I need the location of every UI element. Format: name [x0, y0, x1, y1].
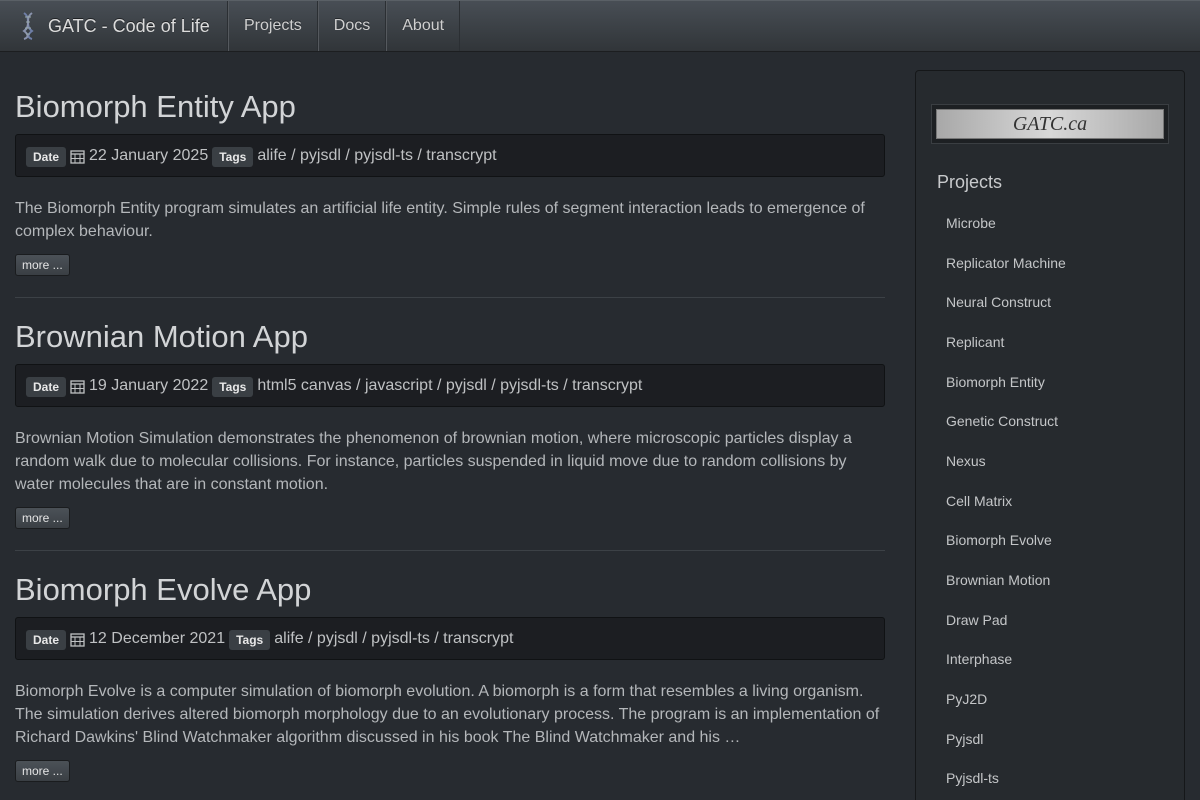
nav-about[interactable]: About	[386, 1, 461, 51]
post-biomorph-evolve: Biomorph Evolve App Date 12 December 202…	[15, 571, 885, 800]
sidebar-item-replicator-machine[interactable]: Replicator Machine	[916, 243, 1184, 283]
sidebar-item-replicant[interactable]: Replicant	[916, 322, 1184, 362]
post-summary: Brownian Motion Simulation demonstrates …	[15, 430, 852, 493]
post-summary: Biomorph Evolve is a computer simulation…	[15, 683, 880, 746]
calendar-icon	[70, 149, 85, 164]
more-button[interactable]: more ...	[15, 507, 70, 529]
sidebar-item-microbe[interactable]: Microbe	[916, 203, 1184, 243]
post-title[interactable]: Biomorph Evolve App	[15, 571, 885, 609]
post-list: Biomorph Entity App Date 22 January 2025…	[15, 70, 885, 800]
sidebar-item-cell-matrix[interactable]: Cell Matrix	[916, 481, 1184, 521]
post-biomorph-entity: Biomorph Entity App Date 22 January 2025…	[15, 88, 885, 298]
date-label: Date	[26, 146, 67, 167]
post-title[interactable]: Brownian Motion App	[15, 318, 885, 356]
post-date: 19 January 2022	[89, 376, 209, 394]
nav-projects[interactable]: Projects	[228, 1, 318, 51]
post-title[interactable]: Biomorph Entity App	[15, 88, 885, 126]
calendar-icon	[70, 379, 85, 394]
date-label: Date	[26, 629, 67, 650]
dna-icon	[18, 11, 38, 41]
sidebar-item-pyj2d[interactable]: PyJ2D	[916, 679, 1184, 719]
sidebar-project-list: Microbe Replicator Machine Neural Constr…	[916, 203, 1184, 798]
post-meta: Date 12 December 2021 Tags alife / pyjsd…	[15, 617, 885, 660]
post-tags[interactable]: alife / pyjsdl / pyjsdl-ts / transcrypt	[274, 630, 513, 648]
site-logo[interactable]: GATC.ca	[931, 104, 1169, 144]
nav-docs[interactable]: Docs	[317, 1, 387, 51]
sidebar-item-biomorph-evolve[interactable]: Biomorph Evolve	[916, 521, 1184, 561]
sidebar-item-pyjsdl-ts[interactable]: Pyjsdl-ts	[916, 759, 1184, 799]
post-date: 22 January 2025	[89, 146, 209, 164]
more-button[interactable]: more ...	[15, 254, 70, 276]
sidebar-item-pyjsdl[interactable]: Pyjsdl	[916, 719, 1184, 759]
sidebar: GATC.ca Projects Microbe Replicator Mach…	[915, 70, 1185, 800]
brand-link[interactable]: GATC - Code of Life	[0, 1, 228, 51]
date-label: Date	[26, 376, 67, 397]
logo-text: GATC.ca	[936, 109, 1164, 139]
sidebar-item-draw-pad[interactable]: Draw Pad	[916, 600, 1184, 640]
tags-label: Tags	[212, 146, 254, 167]
sidebar-item-genetic-construct[interactable]: Genetic Construct	[916, 401, 1184, 441]
post-tags[interactable]: html5 canvas / javascript / pyjsdl / pyj…	[257, 377, 642, 395]
calendar-icon	[70, 632, 85, 647]
navbar: GATC - Code of Life Projects Docs About	[0, 0, 1200, 52]
sidebar-item-interphase[interactable]: Interphase	[916, 640, 1184, 680]
post-brownian-motion: Brownian Motion App Date 19 January 2022…	[15, 318, 885, 551]
tags-label: Tags	[229, 629, 271, 650]
post-meta: Date 22 January 2025 Tags alife / pyjsdl…	[15, 134, 885, 177]
more-button[interactable]: more ...	[15, 760, 70, 782]
post-date: 12 December 2021	[89, 629, 226, 647]
sidebar-item-neural-construct[interactable]: Neural Construct	[916, 282, 1184, 322]
sidebar-item-brownian-motion[interactable]: Brownian Motion	[916, 560, 1184, 600]
tags-label: Tags	[212, 376, 254, 397]
post-summary: The Biomorph Entity program simulates an…	[15, 200, 865, 240]
sidebar-heading: Projects	[937, 172, 1003, 192]
post-meta: Date 19 January 2022 Tags html5 canvas /…	[15, 364, 885, 407]
sidebar-item-biomorph-entity[interactable]: Biomorph Entity	[916, 362, 1184, 402]
brand-label: GATC - Code of Life	[48, 15, 210, 36]
post-tags[interactable]: alife / pyjsdl / pyjsdl-ts / transcrypt	[257, 147, 496, 165]
sidebar-item-nexus[interactable]: Nexus	[916, 441, 1184, 481]
